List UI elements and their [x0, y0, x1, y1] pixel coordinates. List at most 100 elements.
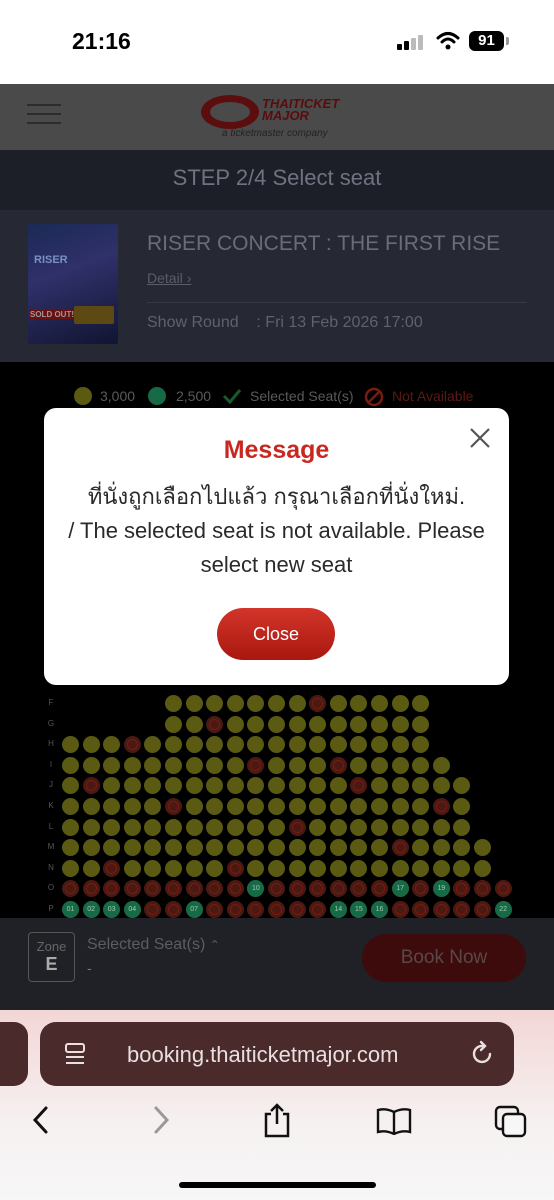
seat[interactable] [288, 777, 306, 795]
seat[interactable] [226, 695, 244, 712]
close-icon[interactable] [468, 426, 492, 450]
seat-available[interactable]: 22 [494, 901, 512, 918]
menu-icon[interactable] [27, 104, 61, 128]
seat[interactable] [185, 756, 203, 774]
seat[interactable] [165, 756, 182, 774]
seat[interactable] [329, 839, 347, 857]
seat[interactable] [185, 695, 203, 712]
seat[interactable] [371, 839, 388, 857]
seat[interactable] [206, 756, 224, 774]
seat[interactable] [350, 695, 368, 712]
back-icon[interactable] [30, 1105, 52, 1135]
seat[interactable] [62, 777, 79, 795]
seat[interactable] [371, 777, 388, 795]
seat[interactable] [144, 859, 162, 877]
seat[interactable] [350, 756, 368, 774]
event-detail-link[interactable]: Detail › [147, 270, 191, 286]
seat[interactable] [268, 901, 285, 918]
seat[interactable] [247, 736, 265, 754]
seat[interactable] [350, 839, 368, 857]
seat[interactable] [309, 818, 327, 836]
seat[interactable] [391, 715, 409, 733]
seat[interactable] [268, 756, 285, 774]
seat[interactable] [432, 818, 450, 836]
seat[interactable] [309, 859, 327, 877]
seat[interactable] [268, 880, 285, 898]
seat-available[interactable]: 02 [82, 901, 100, 918]
seat-available[interactable]: 07 [185, 901, 203, 918]
seat[interactable] [62, 798, 79, 815]
seat[interactable] [185, 798, 203, 815]
seat[interactable] [453, 880, 471, 898]
seat[interactable] [432, 839, 450, 857]
seat[interactable] [309, 736, 327, 754]
seat[interactable] [288, 839, 306, 857]
seat[interactable] [371, 859, 388, 877]
seat[interactable] [371, 798, 388, 815]
seat[interactable] [247, 715, 265, 733]
seat[interactable] [123, 839, 141, 857]
seat-available[interactable]: 17 [391, 880, 409, 898]
seat[interactable] [185, 839, 203, 857]
seat[interactable] [309, 798, 327, 815]
seat[interactable] [144, 777, 162, 795]
seat[interactable] [412, 756, 430, 774]
seat[interactable] [371, 695, 388, 712]
seat[interactable] [350, 736, 368, 754]
seat[interactable] [371, 715, 388, 733]
seat[interactable] [412, 736, 430, 754]
seat[interactable] [226, 756, 244, 774]
seat[interactable] [474, 880, 491, 898]
seat[interactable] [82, 859, 100, 877]
seat[interactable] [391, 818, 409, 836]
seat[interactable] [103, 736, 121, 754]
address-bar[interactable]: booking.thaiticketmajor.com [40, 1022, 514, 1086]
seat[interactable] [432, 798, 450, 815]
seat[interactable] [103, 798, 121, 815]
seat[interactable] [268, 798, 285, 815]
seat[interactable] [268, 695, 285, 712]
seat[interactable] [82, 880, 100, 898]
seat-available[interactable]: 15 [350, 901, 368, 918]
seat[interactable] [288, 798, 306, 815]
seat[interactable] [288, 736, 306, 754]
seat-available[interactable]: 14 [329, 901, 347, 918]
seat[interactable] [226, 715, 244, 733]
seat[interactable] [453, 777, 471, 795]
seat[interactable] [288, 756, 306, 774]
seat[interactable] [226, 818, 244, 836]
seat[interactable] [206, 736, 224, 754]
seat[interactable] [412, 777, 430, 795]
seat-available[interactable]: 03 [103, 901, 121, 918]
seat[interactable] [453, 839, 471, 857]
seat[interactable] [123, 756, 141, 774]
seat[interactable] [432, 859, 450, 877]
seat[interactable] [82, 777, 100, 795]
seat-available[interactable]: 04 [123, 901, 141, 918]
close-button[interactable]: Close [217, 608, 335, 660]
seat[interactable] [165, 818, 182, 836]
seat[interactable] [103, 880, 121, 898]
seat[interactable] [288, 715, 306, 733]
seat[interactable] [474, 839, 491, 857]
seat[interactable] [391, 756, 409, 774]
seat[interactable] [165, 901, 182, 918]
seat[interactable] [268, 818, 285, 836]
seat[interactable] [103, 859, 121, 877]
seat[interactable] [226, 839, 244, 857]
seat[interactable] [371, 756, 388, 774]
seat[interactable] [123, 777, 141, 795]
thaiticketmajor-logo[interactable]: THAITICKET MAJOR a ticketmaster company [196, 88, 356, 146]
seat[interactable] [144, 901, 162, 918]
seat-available[interactable]: 01 [62, 901, 79, 918]
seat[interactable] [247, 901, 265, 918]
seat[interactable] [329, 777, 347, 795]
seat[interactable] [309, 715, 327, 733]
seat[interactable] [329, 736, 347, 754]
seat[interactable] [350, 715, 368, 733]
seat-available[interactable]: 19 [432, 880, 450, 898]
seat[interactable] [329, 695, 347, 712]
seat[interactable] [268, 839, 285, 857]
seat[interactable] [144, 880, 162, 898]
seat[interactable] [206, 715, 224, 733]
